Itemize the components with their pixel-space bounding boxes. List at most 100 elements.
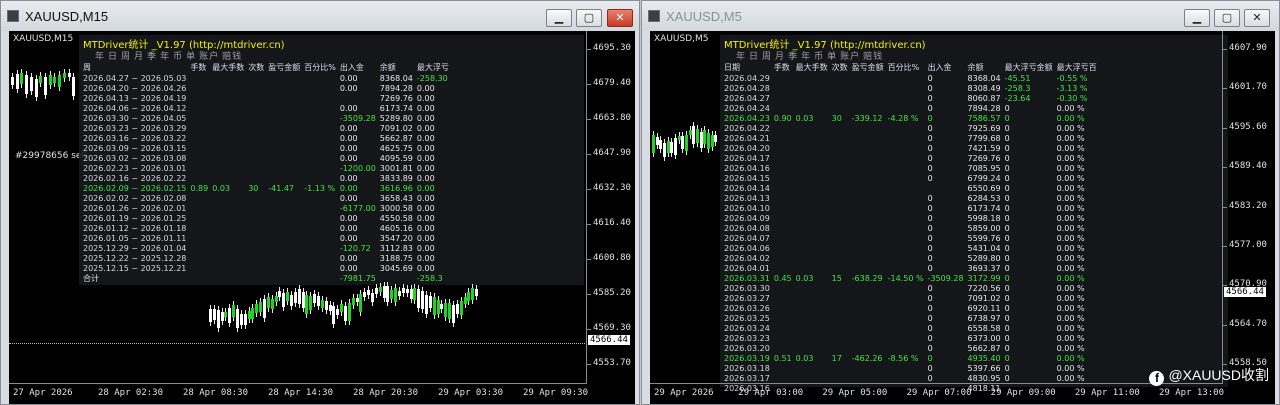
time-axis[interactable]: 27 Apr 2026 28 Apr 02:30 28 Apr 08:30 28 Ap…	[9, 383, 588, 404]
menu-item[interactable]: 账户	[199, 52, 219, 62]
table-cell	[888, 284, 928, 294]
candle	[440, 304, 444, 310]
menu-item[interactable]: 单	[186, 52, 196, 62]
table-cell: 2026.04.10	[724, 204, 770, 213]
table-cell: 2026.04.27	[724, 94, 770, 103]
menu-item[interactable]: 年	[160, 52, 170, 62]
menu-item[interactable]: 月	[775, 52, 785, 62]
table-cell: 4550.58	[379, 214, 413, 223]
minimize-button[interactable]: ▁	[546, 9, 572, 27]
menu-item[interactable]: 周	[762, 52, 772, 62]
table-row: 2026.03.18 0 5397.66 0 0.00 %	[724, 364, 1101, 374]
menu-item[interactable]: 月	[134, 52, 144, 62]
table-cell: 0	[1004, 334, 1010, 343]
chart-window-m5[interactable]: XAUUSD,M5 ▁ ▢ ✕ XAUUSD,M5 MTDriver统计 _V1…	[641, 0, 1280, 405]
panel-menu[interactable]: 年日周月季年币单账户 赔钱	[95, 49, 245, 62]
menu-item[interactable]: 单	[827, 52, 837, 62]
table-cell	[832, 234, 852, 244]
table-cell: 0	[1004, 294, 1010, 303]
table-cell: 2026.02.23 ~ 2026.03.01	[83, 164, 187, 173]
table-cell	[796, 144, 832, 154]
table-cell	[852, 194, 888, 204]
table-cell: 0	[1004, 234, 1010, 243]
table-cell	[796, 214, 832, 224]
table-cell	[852, 324, 888, 334]
price-plot[interactable]: XAUUSD,M15 #29978656 sell MTDriver统计 _V1…	[9, 31, 587, 384]
table-cell	[852, 284, 888, 294]
close-button[interactable]: ✕	[1244, 9, 1270, 27]
table-row: 2026.03.09 ~ 2026.03.15 0.00 4625.75 0.00	[83, 144, 453, 154]
time-tick: 27 Apr 2026	[13, 388, 73, 398]
close-button[interactable]: ✕	[607, 9, 633, 27]
table-cell: 0	[1004, 144, 1010, 153]
table-cell: 0	[927, 344, 933, 353]
candle	[336, 308, 340, 315]
chart-area[interactable]: XAUUSD,M15 #29978656 sell MTDriver统计 _V1…	[9, 31, 635, 404]
table-cell: 0	[1004, 364, 1010, 373]
menu-item[interactable]: 年	[736, 52, 746, 62]
chart-window-m15[interactable]: XAUUSD,M15 ▁ ▢ ✕ XAUUSD,M15 #29978656 se…	[0, 0, 640, 405]
menu-item[interactable]: 赔钱	[222, 52, 242, 62]
price-axis[interactable]: 4695.30 4679.40 4663.80 4647.90 4632.30 4616.…	[586, 31, 635, 384]
candle	[232, 304, 236, 317]
title-bar[interactable]: XAUUSD,M15 ▁ ▢ ✕	[1, 1, 639, 31]
table-cell: 8368.04	[967, 74, 1001, 83]
stats-panel[interactable]: MTDriver统计 _V1.97 (http://mtdriver.cn) 年…	[79, 35, 584, 285]
candle	[290, 294, 293, 306]
menu-item[interactable]: 日	[108, 52, 118, 62]
table-cell	[832, 214, 852, 224]
candle	[696, 129, 699, 144]
table-cell: 0.03	[795, 274, 814, 283]
maximize-button[interactable]: ▢	[576, 9, 602, 27]
stats-panel[interactable]: MTDriver统计 _V1.97 (http://mtdriver.cn) 年…	[720, 35, 1228, 393]
menu-item[interactable]: 币	[173, 52, 183, 62]
table-row: 2026.03.30 0 7220.56 0 0.00 %	[724, 284, 1101, 294]
table-cell	[852, 174, 888, 184]
table-cell: 2026.03.19	[724, 354, 770, 363]
table-cell: 0	[1004, 134, 1010, 143]
menu-item[interactable]: 年	[801, 52, 811, 62]
menu-item[interactable]: 年	[95, 52, 105, 62]
table-cell	[212, 144, 248, 154]
table-cell: 2026.03.23 ~ 2026.03.29	[83, 124, 187, 133]
table-cell	[888, 154, 928, 164]
menu-item[interactable]: 赔钱	[863, 52, 883, 62]
table-cell: 2026.04.09	[724, 214, 770, 223]
price-tick: 4632.30	[587, 183, 631, 193]
price-plot[interactable]: XAUUSD,M5 MTDriver统计 _V1.97 (http://mtdr…	[650, 31, 1228, 393]
table-cell	[796, 344, 832, 354]
table-cell	[852, 294, 888, 304]
table-cell	[304, 204, 340, 214]
table-cell: 2026.04.27 ~ 2026.05.03	[83, 74, 187, 83]
menu-item[interactable]: 季	[147, 52, 157, 62]
table-cell: 2026.01.05 ~ 2026.01.11	[83, 234, 187, 243]
table-header-row: 周 手数 最大手数 次数 盈亏金额 百分比% 出入金 余额 最大浮亏	[83, 62, 453, 74]
table-cell: 0.00	[339, 214, 358, 223]
table-cell	[796, 244, 832, 254]
menu-item[interactable]: 币	[814, 52, 824, 62]
time-tick: 28 Apr 14:30	[268, 388, 334, 398]
table-cell: 2026.04.02	[724, 254, 770, 263]
table-cell	[796, 94, 832, 104]
maximize-button[interactable]: ▢	[1214, 9, 1240, 27]
table-cell: 2026.04.20	[724, 144, 770, 153]
table-cell: 7894.28	[967, 104, 1001, 113]
chart-area[interactable]: XAUUSD,M5 MTDriver统计 _V1.97 (http://mtdr…	[650, 31, 1275, 404]
table-cell	[212, 254, 248, 264]
table-cell: -41.47	[268, 184, 295, 193]
table-cell: 17	[831, 354, 842, 363]
table-cell: 0	[927, 234, 933, 243]
title-bar[interactable]: XAUUSD,M5 ▁ ▢ ✕	[642, 1, 1279, 31]
table-cell	[796, 134, 832, 144]
column-header: 最大浮亏金额	[1004, 63, 1053, 72]
table-row: 2026.04.10 0 6173.74 0 0.00 %	[724, 204, 1101, 214]
table-row: 2026.02.23 ~ 2026.03.01 -1200.00 3001.81 0.…	[83, 164, 453, 174]
time-axis[interactable]: 29 Apr 2026 29 Apr 03:00 29 Apr 05:00 29 Ap…	[650, 383, 1224, 404]
menu-item[interactable]: 日	[749, 52, 759, 62]
menu-item[interactable]: 账户	[840, 52, 860, 62]
minimize-button[interactable]: ▁	[1184, 9, 1210, 27]
menu-item[interactable]: 季	[788, 52, 798, 62]
price-axis[interactable]: 4607.90 4601.70 4595.60 4589.40 4583.20 4577.…	[1222, 31, 1275, 384]
menu-item[interactable]: 周	[121, 52, 131, 62]
panel-menu[interactable]: 年日周月季年币单账户 赔钱	[736, 49, 886, 62]
